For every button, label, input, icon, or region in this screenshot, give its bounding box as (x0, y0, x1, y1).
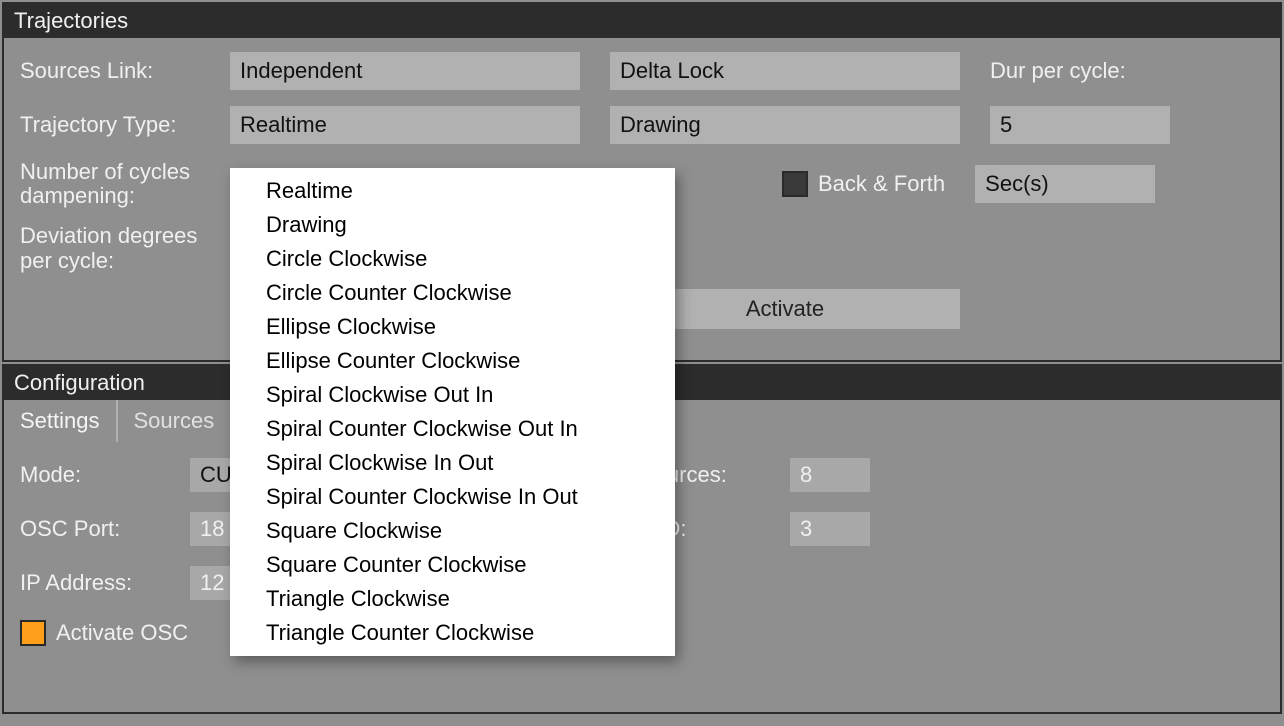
osc-port-label: OSC Port: (20, 516, 190, 542)
trajectory-type-select-1[interactable]: Realtime (230, 106, 580, 144)
trajectory-type-option[interactable]: Circle Clockwise (230, 242, 675, 276)
trajectory-type-option[interactable]: Square Clockwise (230, 514, 675, 548)
trajectory-type-row: Trajectory Type: Realtime Drawing 5 (20, 106, 1264, 144)
sources-link-select-2[interactable]: Delta Lock (610, 52, 960, 90)
trajectory-type-option[interactable]: Circle Counter Clockwise (230, 276, 675, 310)
dur-unit-select[interactable]: Sec(s) (975, 165, 1155, 203)
trajectory-type-option[interactable]: Spiral Clockwise Out In (230, 378, 675, 412)
tab-settings[interactable]: Settings (4, 400, 118, 442)
trajectory-type-dropdown[interactable]: RealtimeDrawingCircle ClockwiseCircle Co… (230, 168, 675, 656)
trajectory-type-label: Trajectory Type: (20, 113, 230, 137)
id-input[interactable]: 3 (790, 512, 870, 546)
deviation-label: Deviation degrees per cycle: (20, 224, 230, 272)
sources-link-row: Sources Link: Independent Delta Lock Dur… (20, 52, 1264, 90)
trajectory-type-option[interactable]: Triangle Clockwise (230, 582, 675, 616)
tab-sources[interactable]: Sources (118, 400, 233, 442)
trajectory-type-option[interactable]: Spiral Counter Clockwise Out In (230, 412, 675, 446)
trajectory-type-option[interactable]: Realtime (230, 174, 675, 208)
dur-per-cycle-input[interactable]: 5 (990, 106, 1170, 144)
sources-link-select-1[interactable]: Independent (230, 52, 580, 90)
ip-label: IP Address: (20, 570, 190, 596)
trajectory-type-option[interactable]: Triangle Counter Clockwise (230, 616, 675, 650)
back-forth-label: Back & Forth (818, 171, 945, 197)
back-forth-checkbox-wrap[interactable]: Back & Forth (782, 171, 945, 197)
cycles-label: Number of cycles dampening: (20, 160, 230, 208)
sources-count-input[interactable]: 8 (790, 458, 870, 492)
trajectories-title: Trajectories (4, 4, 1280, 38)
activate-osc-checkbox[interactable] (20, 620, 46, 646)
trajectory-type-option[interactable]: Spiral Counter Clockwise In Out (230, 480, 675, 514)
trajectory-type-option[interactable]: Spiral Clockwise In Out (230, 446, 675, 480)
dur-per-cycle-label: Dur per cycle: (990, 58, 1126, 84)
trajectory-type-option[interactable]: Drawing (230, 208, 675, 242)
sources-link-label: Sources Link: (20, 59, 230, 83)
trajectory-type-option[interactable]: Ellipse Counter Clockwise (230, 344, 675, 378)
trajectory-type-select-2[interactable]: Drawing (610, 106, 960, 144)
trajectory-type-option[interactable]: Ellipse Clockwise (230, 310, 675, 344)
activate-osc-label: Activate OSC (56, 620, 188, 646)
mode-label: Mode: (20, 462, 190, 488)
trajectory-type-option[interactable]: Square Counter Clockwise (230, 548, 675, 582)
back-forth-checkbox[interactable] (782, 171, 808, 197)
